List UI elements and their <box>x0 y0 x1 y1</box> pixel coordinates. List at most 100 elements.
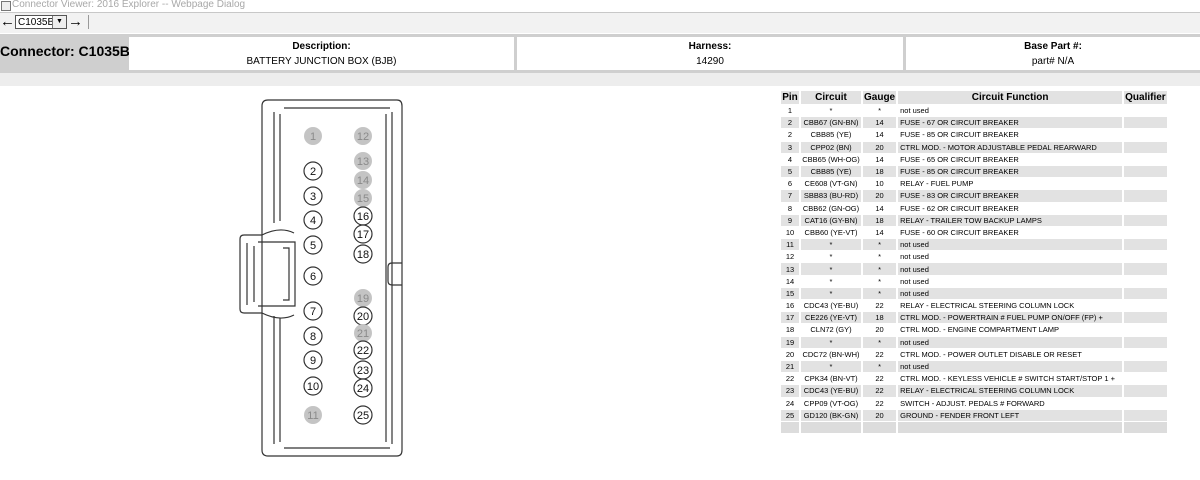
cell-qualifier <box>1124 141 1167 153</box>
cell-pin: 13 <box>781 263 799 275</box>
cell-circuit-function: CTRL MOD. - POWERTRAIN # FUEL PUMP ON/OF… <box>898 312 1123 324</box>
cell-pin: 20 <box>785 349 795 359</box>
cell-qualifier <box>1124 251 1167 262</box>
description-label: Description: <box>292 41 351 52</box>
pin-20: 20 <box>353 306 373 326</box>
pin-number: 25 <box>357 410 369 422</box>
cell-circuit: CDC43 (YE-BU) <box>801 385 861 397</box>
cell-circuit: CBB60 (YE-VT) <box>804 227 858 237</box>
back-arrow-icon[interactable]: ← <box>0 13 15 31</box>
cell-circuit: CPP09 (VT-OG) <box>803 398 859 408</box>
cell-pin: 5 <box>781 165 799 178</box>
cell-circuit-function: not used <box>898 287 1123 299</box>
pin-number: 11 <box>307 410 318 422</box>
cell-pin: 23 <box>781 385 799 397</box>
cell-gauge: 22 <box>875 374 884 384</box>
cell-circuit: CLN72 (GY) <box>810 325 852 335</box>
cell-gauge: 20 <box>863 409 897 421</box>
cell-pin: 6 <box>787 179 793 189</box>
table-row: 10 CBB60 (YE-VT) 14 FUSE - 60 OR CIRCUIT BR… <box>781 227 1167 238</box>
cell-pin: 11 <box>781 239 799 251</box>
connector-face-diagram: 1234567891011121314151617181920212223242… <box>239 99 403 457</box>
table-row: 7 SBB83 (BU-RD) 20 FUSE - 83 OR CIRCUIT BRE… <box>781 190 1167 202</box>
empty-cell <box>1124 421 1167 434</box>
pin-number: 7 <box>310 306 316 318</box>
cell-qualifier <box>1124 300 1167 311</box>
cell-circuit-function: SWITCH - ADJUST. PEDALS # FORWARD <box>900 398 1045 408</box>
pin-number: 21 <box>357 328 369 340</box>
cell-gauge: 18 <box>863 165 897 178</box>
cell-gauge: 14 <box>875 227 884 237</box>
cell-circuit-function: CTRL MOD. - KEYLESS VEHICLE # SWITCH STA… <box>900 374 1115 384</box>
cell-qualifier <box>1124 373 1167 384</box>
cell-qualifier <box>1124 178 1167 189</box>
cell-gauge: 22 <box>875 398 884 408</box>
cell-gauge: 18 <box>863 214 897 226</box>
connector-select[interactable]: C1035B ▼ <box>15 15 67 29</box>
pin-number: 8 <box>310 331 316 343</box>
cell-circuit: CBB65 (WH-OG) <box>802 154 860 164</box>
cell-gauge: * <box>878 252 882 262</box>
forward-arrow-icon[interactable]: → <box>68 13 83 31</box>
cell-gauge: 22 <box>863 385 897 397</box>
header-separator <box>0 73 1200 86</box>
cell-pin: 8 <box>787 203 793 213</box>
cell-circuit-function: FUSE - 85 OR CIRCUIT BREAKER <box>898 165 1123 178</box>
table-row: 2 CBB67 (GN-BN) 14 FUSE - 67 OR CIRCUIT BRE… <box>781 117 1167 129</box>
table-row: 6 CE608 (VT-GN) 10 RELAY - FUEL PUMP <box>781 178 1167 189</box>
pin-number: 10 <box>307 381 319 393</box>
pin-number: 16 <box>357 211 369 223</box>
cell-qualifier <box>1124 154 1167 165</box>
pin-number: 23 <box>357 365 369 377</box>
connector-select-value: C1035B <box>18 17 55 28</box>
table-row: 2 CBB85 (YE) 14 FUSE - 85 OR CIRCUIT BREAKE… <box>781 129 1167 140</box>
cell-circuit-function: not used <box>900 252 929 262</box>
table-row: 12 * * not used <box>781 251 1167 262</box>
pin-25: 25 <box>353 405 373 425</box>
cell-gauge: 22 <box>875 301 884 311</box>
pin-11: 11 <box>304 406 322 424</box>
pin-number: 13 <box>357 156 369 168</box>
cell-circuit: CBB85 (YE) <box>810 130 852 140</box>
cell-pin: 3 <box>781 141 799 153</box>
table-row: 24 CPP09 (VT-OG) 22 SWITCH - ADJUST. PEDALS… <box>781 398 1167 409</box>
cell-pin: 25 <box>781 409 799 421</box>
cell-pin: 4 <box>787 154 793 164</box>
table-row: 13 * * not used <box>781 263 1167 275</box>
cell-qualifier <box>1124 276 1167 287</box>
cell-circuit: * <box>801 239 861 251</box>
cell-circuit-function: GROUND - FENDER FRONT LEFT <box>898 409 1123 421</box>
description-value: BATTERY JUNCTION BOX (BJB) <box>246 56 397 67</box>
cell-circuit: CPK34 (BN-VT) <box>804 374 858 384</box>
cell-pin: 9 <box>781 214 799 226</box>
table-row: 5 CBB85 (YE) 18 FUSE - 85 OR CIRCUIT BREAKE… <box>781 165 1167 178</box>
pin-4: 4 <box>303 210 323 230</box>
table-row: 11 * * not used <box>781 239 1167 251</box>
cell-qualifier <box>1124 312 1167 324</box>
pin-number: 17 <box>357 229 369 241</box>
window-icon <box>1 1 11 11</box>
cell-qualifier <box>1124 117 1167 129</box>
cell-gauge: * <box>878 276 882 286</box>
pin-8: 8 <box>303 326 323 346</box>
pin-17: 17 <box>353 224 373 244</box>
table-row: 4 CBB65 (WH-OG) 14 FUSE - 65 OR CIRCUIT BRE… <box>781 154 1167 165</box>
cell-pin: 16 <box>785 301 795 311</box>
pin-number: 5 <box>310 240 316 252</box>
table-row: 25 GD120 (BK-GN) 20 GROUND - FENDER FRONT L… <box>781 409 1167 421</box>
window-title: Connector Viewer: 2016 Explorer -- Webpa… <box>12 0 246 10</box>
table-row: 19 * * not used <box>781 336 1167 348</box>
cell-gauge: 20 <box>863 190 897 202</box>
pin-6: 6 <box>303 266 323 286</box>
cell-qualifier <box>1124 324 1167 335</box>
cell-qualifier <box>1124 360 1167 373</box>
cell-pin: 10 <box>785 227 795 237</box>
pin-18: 18 <box>353 244 373 264</box>
cell-pin: 21 <box>781 360 799 373</box>
cell-gauge: * <box>878 106 882 116</box>
table-row: 21 * * not used <box>781 360 1167 373</box>
cell-qualifier <box>1124 409 1167 421</box>
cell-gauge: * <box>863 360 897 373</box>
cell-qualifier <box>1124 287 1167 299</box>
chevron-down-icon[interactable]: ▼ <box>52 16 66 28</box>
